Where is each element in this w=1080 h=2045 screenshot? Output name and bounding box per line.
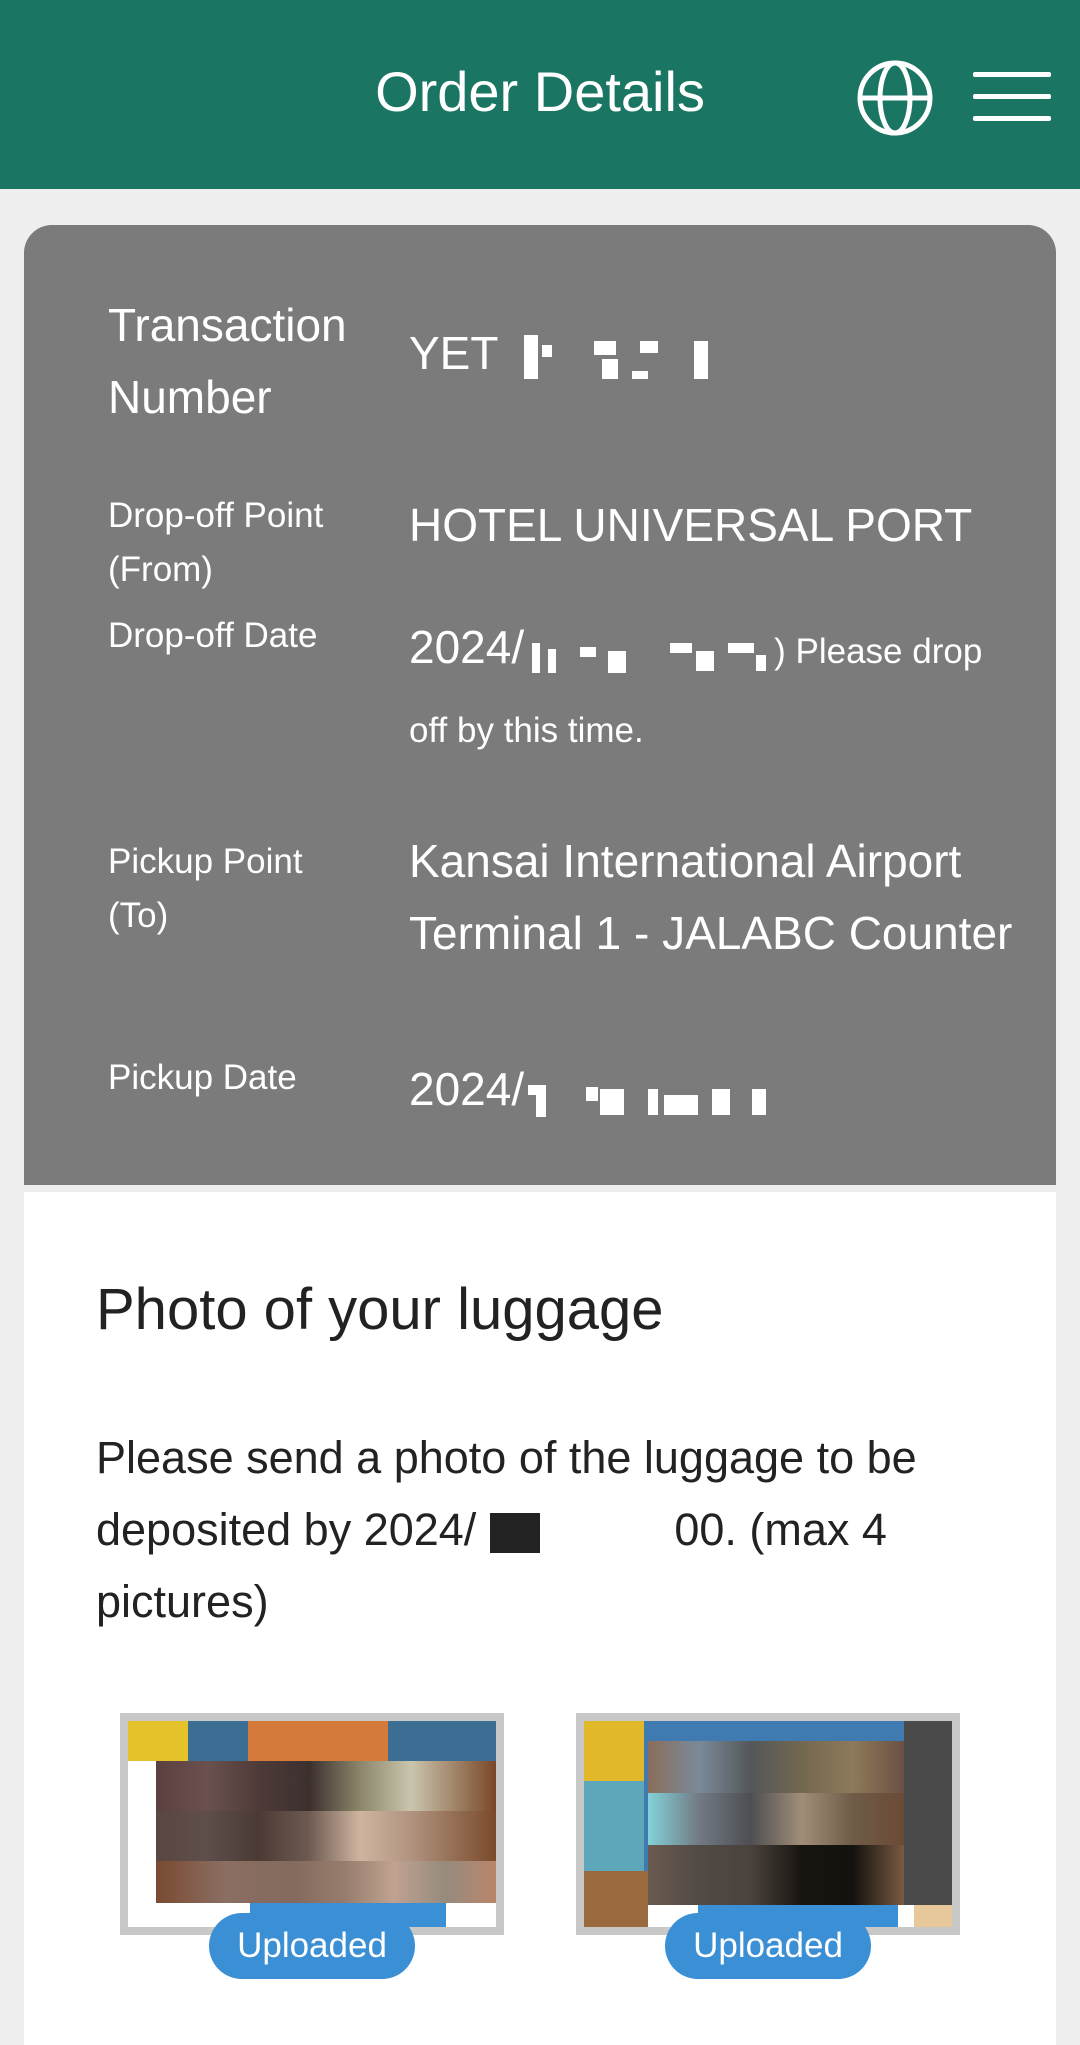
- dropoff-point-label: Drop-off Point (From): [108, 496, 324, 589]
- pickup-point-label: Pickup Point (To): [108, 842, 303, 935]
- upload-status-badge: Uploaded: [665, 1913, 871, 1979]
- photo-section-title: Photo of your luggage: [96, 1277, 664, 1342]
- dropoff-date-value: 2024/ ) Please drop off by this time.: [409, 621, 983, 750]
- redacted-deadline: [490, 1513, 541, 1554]
- luggage-photo-1[interactable]: Uploaded: [120, 1713, 504, 1979]
- order-details-card: Transaction Number YET Drop-off Point (F…: [24, 225, 1056, 1185]
- redacted-pickup-time: [524, 1079, 794, 1123]
- photo-section: Photo of your luggage Please send a phot…: [24, 1192, 1056, 2045]
- globe-icon[interactable]: [855, 58, 935, 138]
- redacted-dropoff-time: [524, 637, 774, 681]
- app-header: Order Details: [0, 0, 1080, 189]
- luggage-photo-2[interactable]: Uploaded: [576, 1713, 960, 1979]
- pickup-date-label: Pickup Date: [108, 1058, 297, 1097]
- redacted-transaction-number: [524, 331, 724, 383]
- hamburger-menu-icon[interactable]: [973, 72, 1051, 122]
- photo-instructions: Please send a photo of the luggage to be…: [96, 1432, 917, 1627]
- transaction-number-value: YET: [409, 317, 1029, 389]
- pickup-point-value: Kansai International Airport Terminal 1 …: [409, 835, 1013, 959]
- dropoff-date-label: Drop-off Date: [108, 616, 318, 655]
- pickup-date-value: 2024/: [409, 1053, 1029, 1137]
- transaction-number-label: Transaction Number: [108, 299, 347, 423]
- transaction-prefix: YET: [409, 327, 498, 379]
- dropoff-point-value: HOTEL UNIVERSAL PORT: [409, 499, 973, 551]
- upload-status-badge: Uploaded: [209, 1913, 415, 1979]
